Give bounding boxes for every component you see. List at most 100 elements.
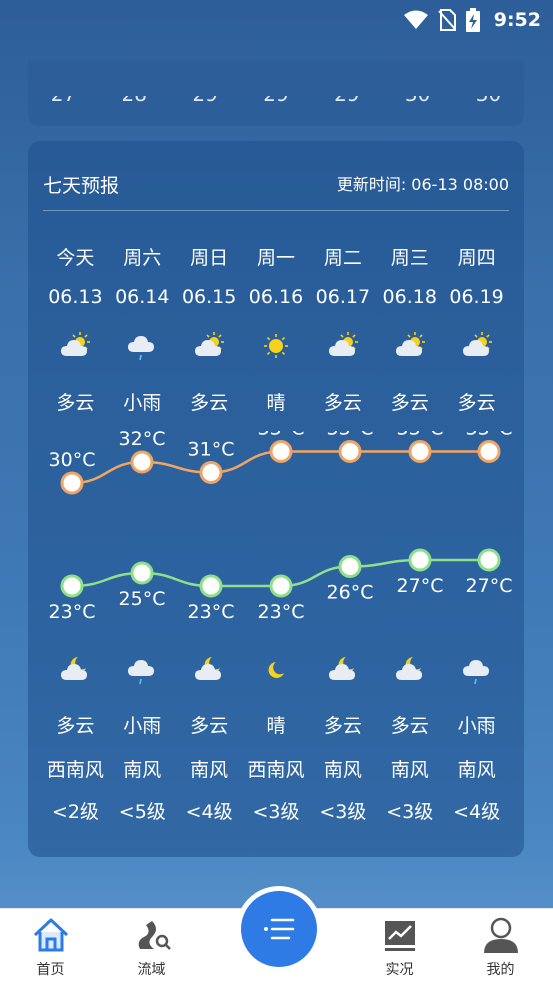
light-rain-icon [128, 660, 155, 685]
chart-icon [384, 921, 415, 951]
weather-icon-cell [42, 653, 109, 687]
partly-cloudy-night-icon [195, 657, 222, 680]
status-time: 9:52 [493, 9, 541, 31]
light-rain-icon [128, 336, 155, 361]
weather-icon-cell [443, 329, 510, 363]
date-label: 06.17 [315, 286, 371, 308]
high-temp-point [60, 471, 84, 495]
wind-level: <3级 [319, 801, 367, 823]
update-time: 更新时间: 06-13 08:00 [336, 175, 509, 194]
status-bar: 9:52 [0, 0, 553, 40]
high-temp-label: 32°C [119, 431, 166, 450]
wind-direction: 南风 [323, 759, 362, 781]
partly-cloudy-day-icon [61, 332, 91, 356]
weekday-label: 周二 [323, 247, 362, 269]
tab-home[interactable]: 首页 [0, 909, 101, 983]
light-rain-icon [462, 660, 489, 685]
temperature-chart: 30°C 32°C 31°C 33°C 33°C 33°C 33°C 23°C 25°C 23°C… [49, 431, 513, 623]
night-weather-desc: 晴 [266, 715, 286, 737]
partly-cloudy-night-icon [328, 657, 355, 680]
wind-direction: 南风 [123, 759, 162, 781]
tab-home-label: 首页 [36, 962, 65, 978]
high-temp-label: 33°C [397, 431, 444, 440]
wind-level: <4级 [185, 801, 233, 823]
high-temp-label: 31°C [188, 439, 235, 461]
low-temp-label: 23°C [188, 601, 235, 623]
day-weather-desc: 多云 [190, 392, 229, 414]
user-icon [483, 917, 518, 953]
menu-icon [264, 918, 295, 940]
weather-icon-cell [376, 653, 443, 687]
weekday-label: 今天 [56, 247, 95, 269]
weather-icon-cell [109, 653, 176, 687]
high-temp-point [338, 440, 362, 463]
seven-day-forecast-card: 七天预报 更新时间: 06-13 08:00 今天 周六 周日 周一 周二 周三 周四 06… [28, 141, 524, 857]
wifi-icon [403, 10, 428, 29]
partly-cloudy-day-icon [328, 332, 358, 356]
low-temp-label: 27°C [466, 575, 513, 597]
day-weather-desc: 多云 [457, 392, 496, 414]
date-label: 06.13 [48, 286, 103, 308]
low-temp-point [338, 555, 362, 578]
tab-live[interactable]: 实况 [349, 909, 450, 983]
menu-fab-button[interactable] [241, 891, 317, 967]
sunny-icon [264, 334, 288, 358]
date-label: 06.16 [248, 286, 304, 308]
date-label: 06.15 [181, 286, 237, 308]
date-label: 06.14 [115, 286, 170, 308]
low-temp-label: 23°C [49, 601, 96, 623]
weather-icon-cell [309, 329, 376, 363]
weather-icon-cell [243, 329, 310, 363]
weather-icon-cell [243, 653, 310, 687]
weather-icon-cell [309, 653, 376, 687]
tab-mine[interactable]: 我的 [450, 909, 551, 983]
low-temp-label: 23°C [258, 601, 305, 623]
partly-cloudy-day-icon [195, 332, 225, 356]
night-weather-desc: 多云 [56, 715, 95, 737]
high-temp-label: 33°C [327, 431, 374, 440]
low-temp-point [408, 548, 432, 572]
wind-direction: 西南风 [46, 759, 104, 781]
partly-cloudy-night-icon [395, 657, 422, 680]
weekday-label: 周三 [390, 247, 429, 269]
low-temp-point [60, 574, 84, 598]
day-weather-desc: 晴 [266, 392, 286, 414]
low-temp-label: 27°C [397, 575, 444, 597]
weekday-label: 周四 [457, 247, 496, 269]
home-icon [33, 918, 68, 952]
day-weather-desc: 多云 [390, 392, 429, 414]
high-temp-point [199, 461, 223, 484]
tab-live-label: 实况 [385, 962, 414, 978]
day-weather-desc: 多云 [56, 392, 95, 414]
low-temp-label: 25°C [119, 588, 166, 610]
card-title: 七天预报 [43, 175, 120, 197]
weekday-label: 周日 [190, 247, 229, 269]
wind-level: <5级 [118, 801, 166, 823]
tab-basin[interactable]: 流域 [101, 909, 202, 983]
wind-direction: 西南风 [247, 759, 305, 781]
partly-cloudy-night-icon [61, 657, 88, 680]
date-label: 06.18 [382, 286, 437, 308]
day-weather-desc: 小雨 [123, 392, 162, 414]
wind-direction: 南风 [190, 759, 229, 781]
low-temp-point [199, 574, 223, 598]
low-temp-point [477, 548, 501, 572]
date-label: 06.19 [449, 286, 504, 308]
weather-icon-cell [42, 329, 109, 363]
high-temp-point [408, 440, 432, 463]
low-temp-label: 26°C [327, 582, 374, 604]
wind-direction: 南风 [390, 759, 429, 781]
wind-level: <2级 [51, 801, 99, 823]
low-temp-point [269, 574, 293, 598]
high-temp-point [477, 440, 501, 463]
wind-direction: 南风 [457, 759, 496, 781]
tab-basin-label: 流域 [137, 962, 166, 978]
night-weather-desc: 多云 [190, 715, 229, 737]
weekday-label: 周一 [257, 247, 296, 269]
high-temp-label: 33°C [466, 431, 513, 440]
weather-icon-cell [176, 653, 243, 687]
battery-charging-icon [465, 8, 480, 32]
night-weather-desc: 多云 [323, 715, 362, 737]
no-sim-icon [437, 9, 456, 31]
high-temp-point [130, 450, 154, 474]
